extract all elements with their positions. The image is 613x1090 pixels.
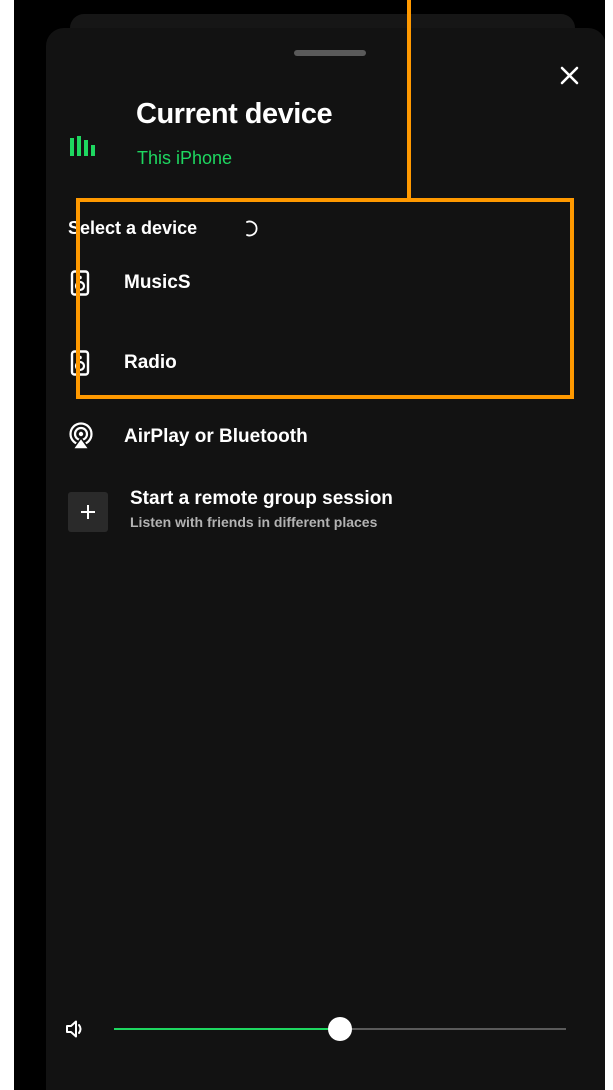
sheet-grabber[interactable] bbox=[294, 50, 366, 56]
group-session-title: Start a remote group session bbox=[130, 488, 393, 509]
device-label: MusicS bbox=[124, 272, 191, 293]
equalizer-bars-icon bbox=[70, 136, 104, 161]
volume-slider-thumb[interactable] bbox=[328, 1017, 352, 1041]
volume-slider-fill bbox=[114, 1028, 340, 1030]
volume-icon[interactable] bbox=[64, 1018, 86, 1045]
airplay-bluetooth-label: AirPlay or Bluetooth bbox=[124, 426, 308, 447]
speaker-icon bbox=[70, 270, 92, 301]
group-session-subtitle: Listen with friends in different places bbox=[130, 514, 378, 530]
airplay-bluetooth-option[interactable]: AirPlay or Bluetooth bbox=[46, 410, 605, 466]
plus-icon bbox=[68, 492, 108, 532]
airplay-icon bbox=[68, 422, 94, 455]
current-device-name: This iPhone bbox=[137, 148, 233, 168]
remote-group-session-option[interactable]: Start a remote group session Listen with… bbox=[46, 488, 605, 548]
close-icon bbox=[560, 66, 579, 85]
speaker-icon bbox=[70, 350, 92, 381]
device-item-radio[interactable]: Radio bbox=[46, 336, 605, 392]
close-button[interactable] bbox=[556, 62, 584, 90]
device-label: Radio bbox=[124, 352, 177, 373]
volume-slider[interactable] bbox=[114, 1017, 566, 1041]
annotation-pointer-line bbox=[407, 0, 411, 200]
phone-screen: Current device This iPhone Select a devi… bbox=[14, 0, 605, 1090]
select-device-heading: Select a device bbox=[68, 218, 198, 238]
device-item-musics[interactable]: MusicS bbox=[46, 256, 605, 312]
spinner-icon bbox=[240, 218, 260, 243]
current-device-title: Current device bbox=[136, 98, 333, 130]
device-picker-sheet: Current device This iPhone Select a devi… bbox=[46, 28, 605, 1090]
